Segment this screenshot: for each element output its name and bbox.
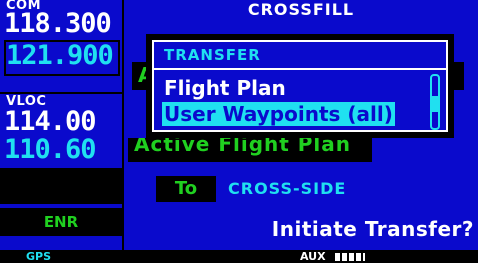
com-standby-box[interactable]: 121.900: [4, 40, 120, 76]
popup-title: TRANSFER: [164, 46, 261, 64]
radio-panel: COM 118.300 121.900 VLOC 114.00 110.60 E…: [0, 0, 122, 262]
gps-label: GPS: [26, 250, 52, 263]
destination-label: CROSS-SIDE: [228, 179, 347, 198]
blank-panel: [0, 168, 122, 204]
aux-label: AUX: [300, 250, 366, 263]
popup-frame: TRANSFER Flight Plan User Waypoints (all…: [152, 40, 448, 132]
mode-annunciator: ENR: [43, 213, 79, 231]
status-bar: [0, 250, 478, 262]
mode-box: ENR: [0, 208, 122, 236]
popup-divider: [154, 68, 446, 70]
vloc-standby-frequency[interactable]: 110.60: [4, 134, 97, 165]
transfer-source-text: Active Flight Plan: [134, 138, 352, 156]
transfer-source-field[interactable]: Active Flight Plan: [128, 138, 372, 162]
initiate-transfer-prompt[interactable]: Initiate Transfer?: [272, 217, 474, 241]
scrollbar-thumb[interactable]: [432, 96, 438, 112]
transfer-popup: TRANSFER Flight Plan User Waypoints (all…: [146, 34, 454, 138]
popup-item-user-waypoints[interactable]: User Waypoints (all): [162, 102, 395, 126]
to-label: To: [156, 176, 216, 202]
page-title: CROSSFILL: [247, 0, 355, 19]
com-standby-frequency[interactable]: 121.900: [6, 40, 114, 71]
aux-page-indicator: [335, 253, 366, 261]
com-active-frequency: 118.300: [4, 8, 112, 39]
vloc-active-frequency: 114.00: [4, 106, 97, 137]
popup-item-flight-plan[interactable]: Flight Plan: [164, 76, 286, 100]
scrollbar[interactable]: [430, 74, 440, 130]
